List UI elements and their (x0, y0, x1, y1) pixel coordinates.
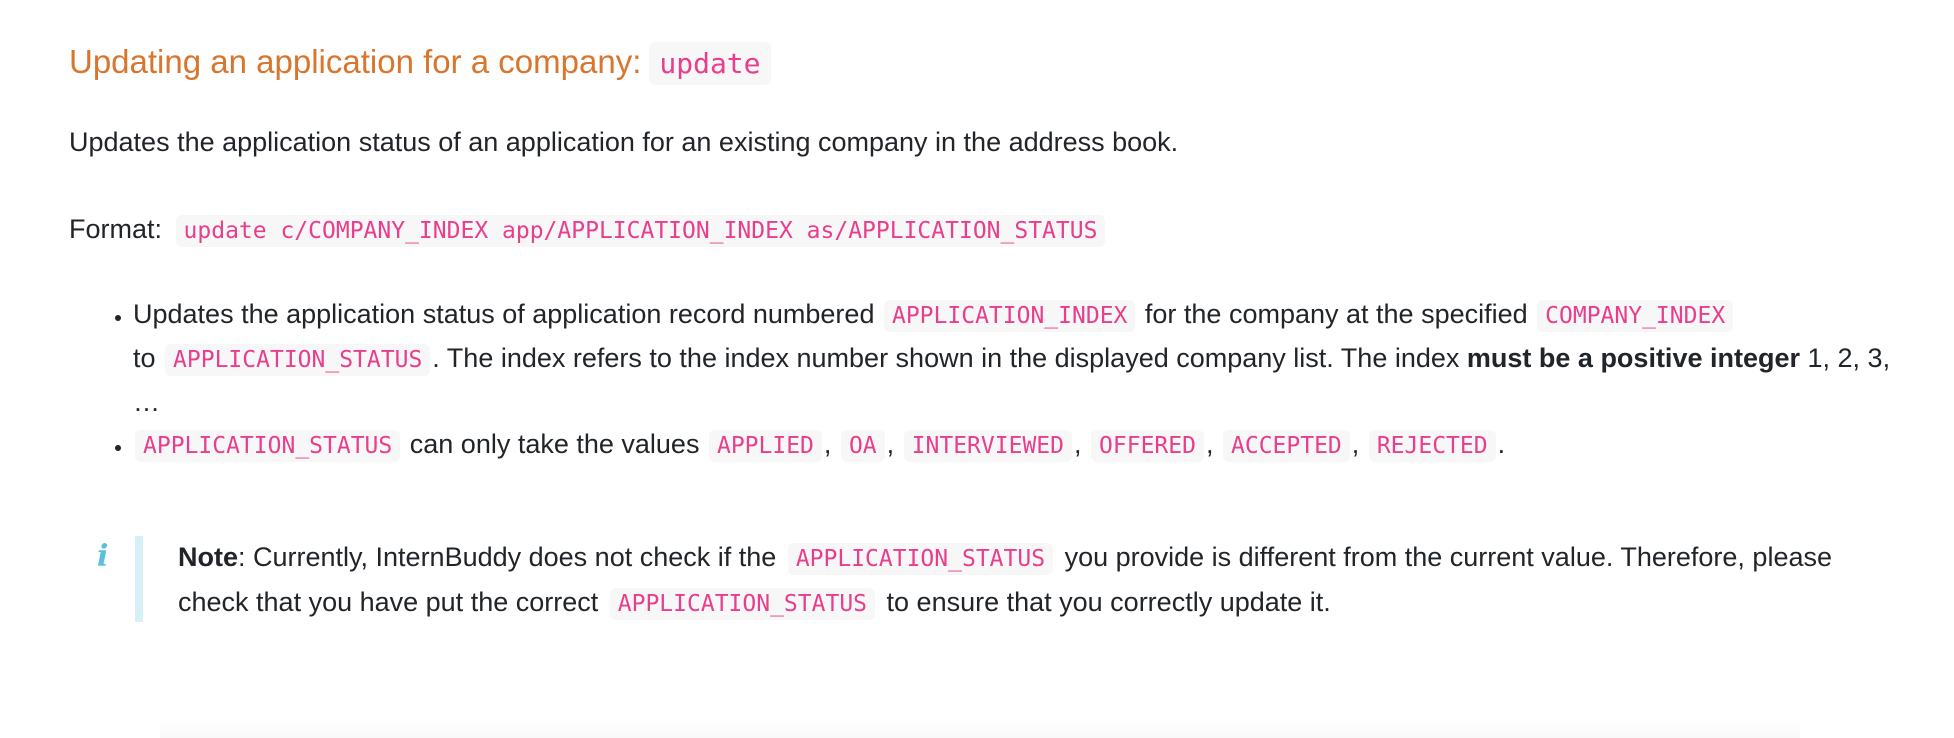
section-heading: Updating an application for a company: up… (69, 38, 771, 88)
status-value-code: INTERVIEWED (903, 430, 1072, 462)
rule-text: . The index refers to the index number s… (432, 343, 1460, 373)
status-value-code: OFFERED (1091, 430, 1204, 462)
rule-item-status-values: APPLICATION_STATUS can only take the val… (133, 423, 1899, 467)
separator: , (1074, 429, 1082, 459)
format-syntax-code: update c/COMPANY_INDEX app/APPLICATION_I… (175, 215, 1106, 247)
separator: , (1351, 429, 1360, 459)
rule-text: can only take the values (409, 429, 700, 459)
company-index-code: COMPANY_INDEX (1537, 300, 1734, 332)
note-callout: i Note: Currently, InternBuddy does not … (69, 536, 1899, 622)
status-value-code: APPLIED (708, 430, 822, 462)
application-status-code: APPLICATION_STATUS (165, 344, 431, 376)
separator: . (1497, 429, 1506, 459)
format-line: Format: update c/COMPANY_INDEX app/APPLI… (69, 208, 1106, 252)
application-status-code: APPLICATION_STATUS (787, 543, 1054, 575)
format-label: Format: (69, 214, 163, 244)
rule-text: for the company at the specified (1144, 299, 1528, 329)
section-description: Updates the application status of an app… (69, 127, 1179, 157)
application-status-code: APPLICATION_STATUS (609, 588, 876, 620)
info-icon: i (97, 539, 109, 574)
note-text: Note: Currently, InternBuddy does not ch… (178, 536, 1878, 626)
separator: , (1205, 429, 1214, 459)
rule-emphasis: must be a positive integer (1466, 343, 1800, 373)
status-value-code: ACCEPTED (1223, 430, 1350, 462)
command-code: update (649, 42, 771, 85)
note-border (135, 536, 143, 622)
note-text-part: : Currently, InternBuddy does not check … (238, 542, 777, 572)
section-title-text: Updating an application for a company: (69, 43, 642, 80)
footer-shadow (160, 718, 1800, 738)
separator: , (886, 429, 895, 459)
rule-text: Updates the application status of applic… (133, 299, 875, 329)
application-status-code: APPLICATION_STATUS (135, 430, 401, 462)
status-value-code: REJECTED (1368, 430, 1496, 462)
application-index-code: APPLICATION_INDEX (883, 300, 1136, 332)
rule-item-update: Updates the application status of applic… (133, 293, 1899, 423)
note-label: Note (178, 542, 238, 572)
rules-list: Updates the application status of applic… (69, 293, 1899, 467)
status-value-code: OA (840, 430, 885, 462)
separator: , (823, 429, 832, 459)
note-text-part: to ensure that you correctly update it. (886, 587, 1331, 617)
rule-text: to (133, 343, 156, 373)
